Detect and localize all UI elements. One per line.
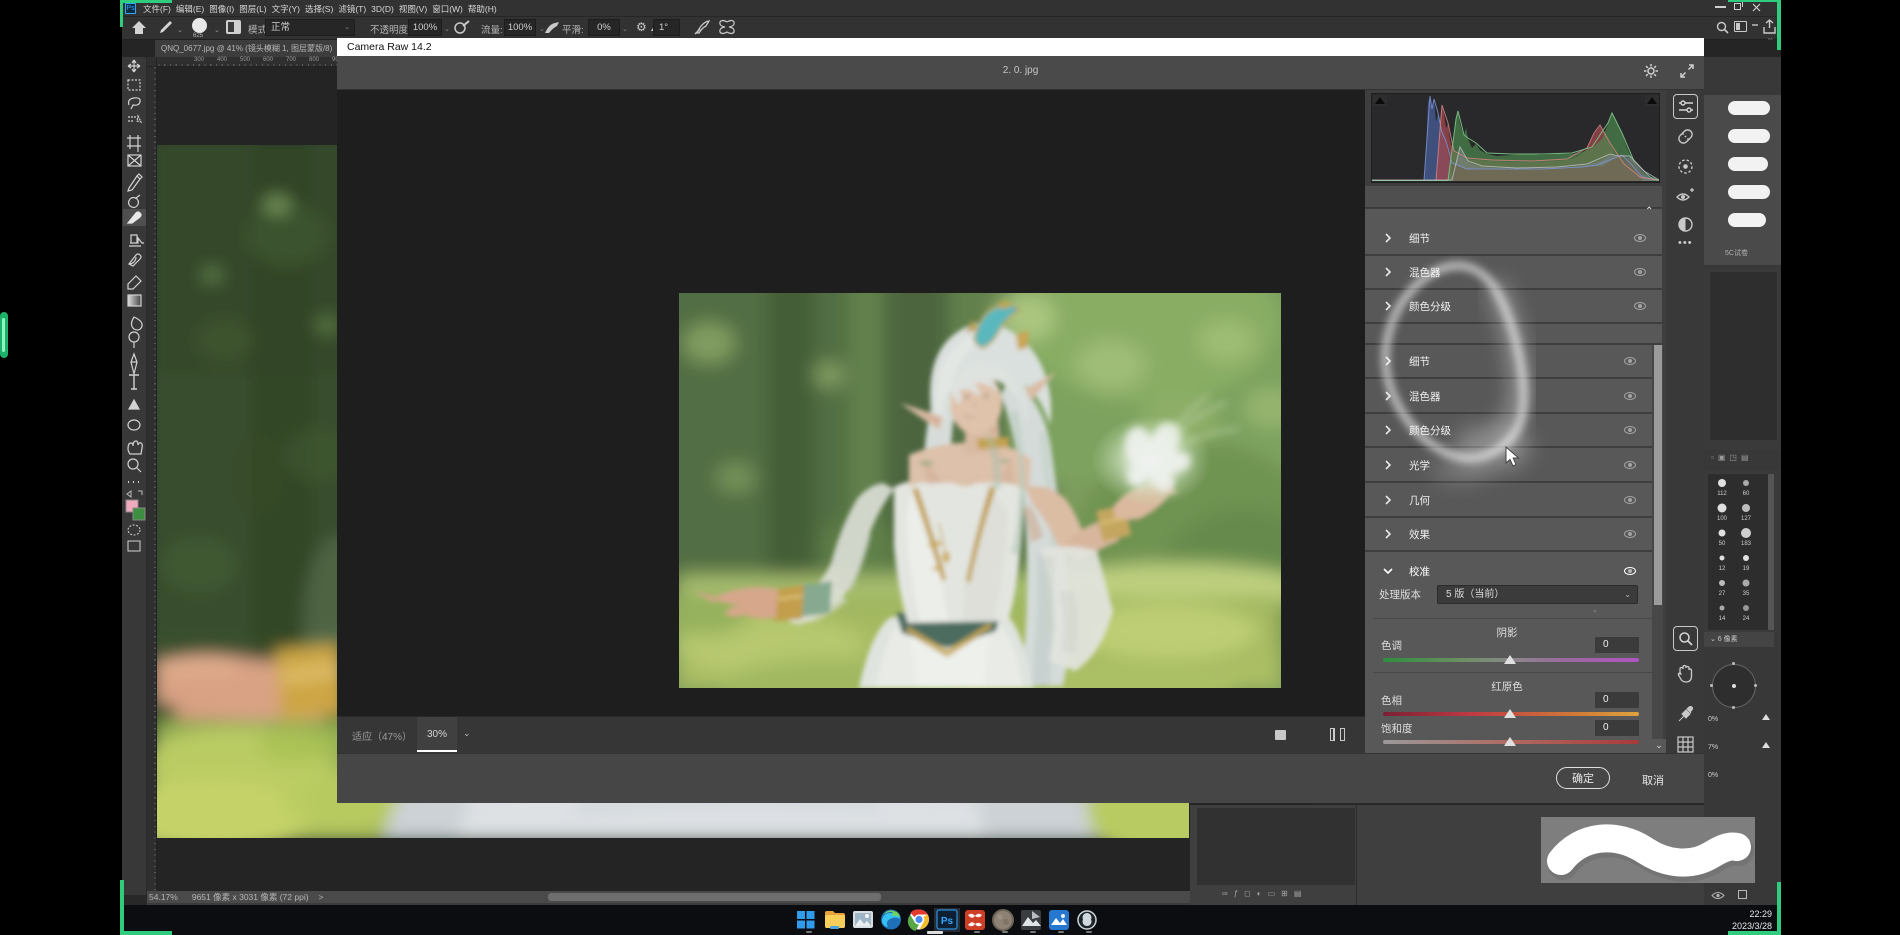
svg-text:35: 35 <box>1743 591 1750 597</box>
svg-text:50: 50 <box>1719 541 1726 547</box>
svg-text:27: 27 <box>1719 591 1726 597</box>
svg-text:112: 112 <box>1717 491 1727 497</box>
svg-text:24: 24 <box>1743 616 1750 622</box>
svg-text:12: 12 <box>1719 566 1726 572</box>
svg-text:183: 183 <box>1741 541 1752 547</box>
svg-text:100: 100 <box>1717 516 1728 522</box>
svg-text:60: 60 <box>1743 491 1750 497</box>
svg-text:19: 19 <box>1743 566 1750 572</box>
svg-text:14: 14 <box>1719 616 1726 622</box>
svg-text:127: 127 <box>1741 516 1752 522</box>
svg-text:Ps: Ps <box>941 916 954 927</box>
